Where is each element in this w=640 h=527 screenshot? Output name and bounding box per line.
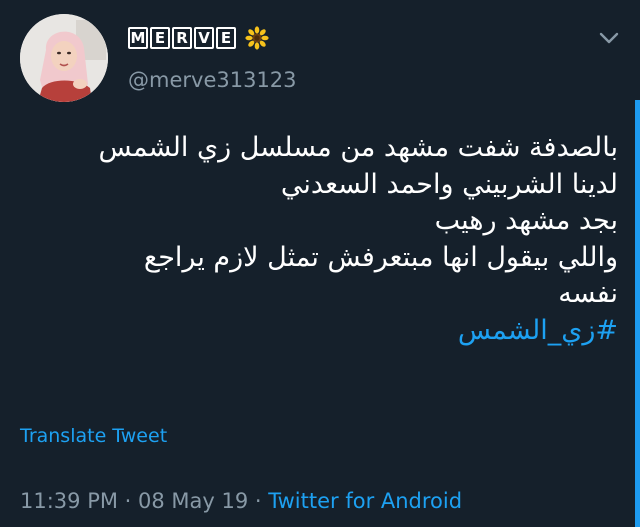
scrollbar[interactable]: [635, 100, 640, 527]
avatar[interactable]: [20, 14, 108, 102]
tweet-line: لدينا الشربيني واحمد السعدني: [280, 168, 618, 200]
tweet-date: 08 May 19: [138, 489, 249, 513]
hashtag-link[interactable]: #زي_الشمس: [28, 313, 618, 350]
tweet-line: بالصدفة شفت مشهد من مسلسل زي الشمس: [98, 132, 618, 163]
display-name-letter: E: [150, 27, 170, 49]
meta-separator: ·: [248, 489, 269, 513]
display-name-letter: V: [194, 27, 214, 49]
meta-separator: ·: [117, 489, 139, 513]
tweet-line: نفسه: [558, 278, 618, 309]
display-name-letter: M: [128, 27, 148, 49]
user-handle[interactable]: @merve313123: [128, 68, 297, 92]
tweet-text: بالصدفة شفت مشهد من مسلسل زي الشمس لدينا…: [28, 130, 618, 349]
chevron-down-icon[interactable]: [598, 30, 620, 46]
display-name[interactable]: M E R V E: [128, 26, 269, 50]
display-name-letter: E: [216, 27, 236, 49]
tweet-line: بجد مشهد رهيب: [434, 205, 618, 236]
profile-photo: [20, 14, 108, 102]
sunflower-icon: [245, 26, 269, 50]
translate-tweet-link[interactable]: Translate Tweet: [20, 425, 167, 447]
display-name-letter: R: [172, 27, 192, 49]
tweet-meta: 11:39 PM · 08 May 19 · Twitter for Andro…: [20, 489, 462, 513]
tweet-time: 11:39 PM: [20, 489, 118, 513]
tweet-source-link[interactable]: Twitter for Android: [268, 489, 462, 513]
tweet-line: واللي بيقول انها مبتعرفش تمثل لازم يراجع: [143, 241, 618, 273]
